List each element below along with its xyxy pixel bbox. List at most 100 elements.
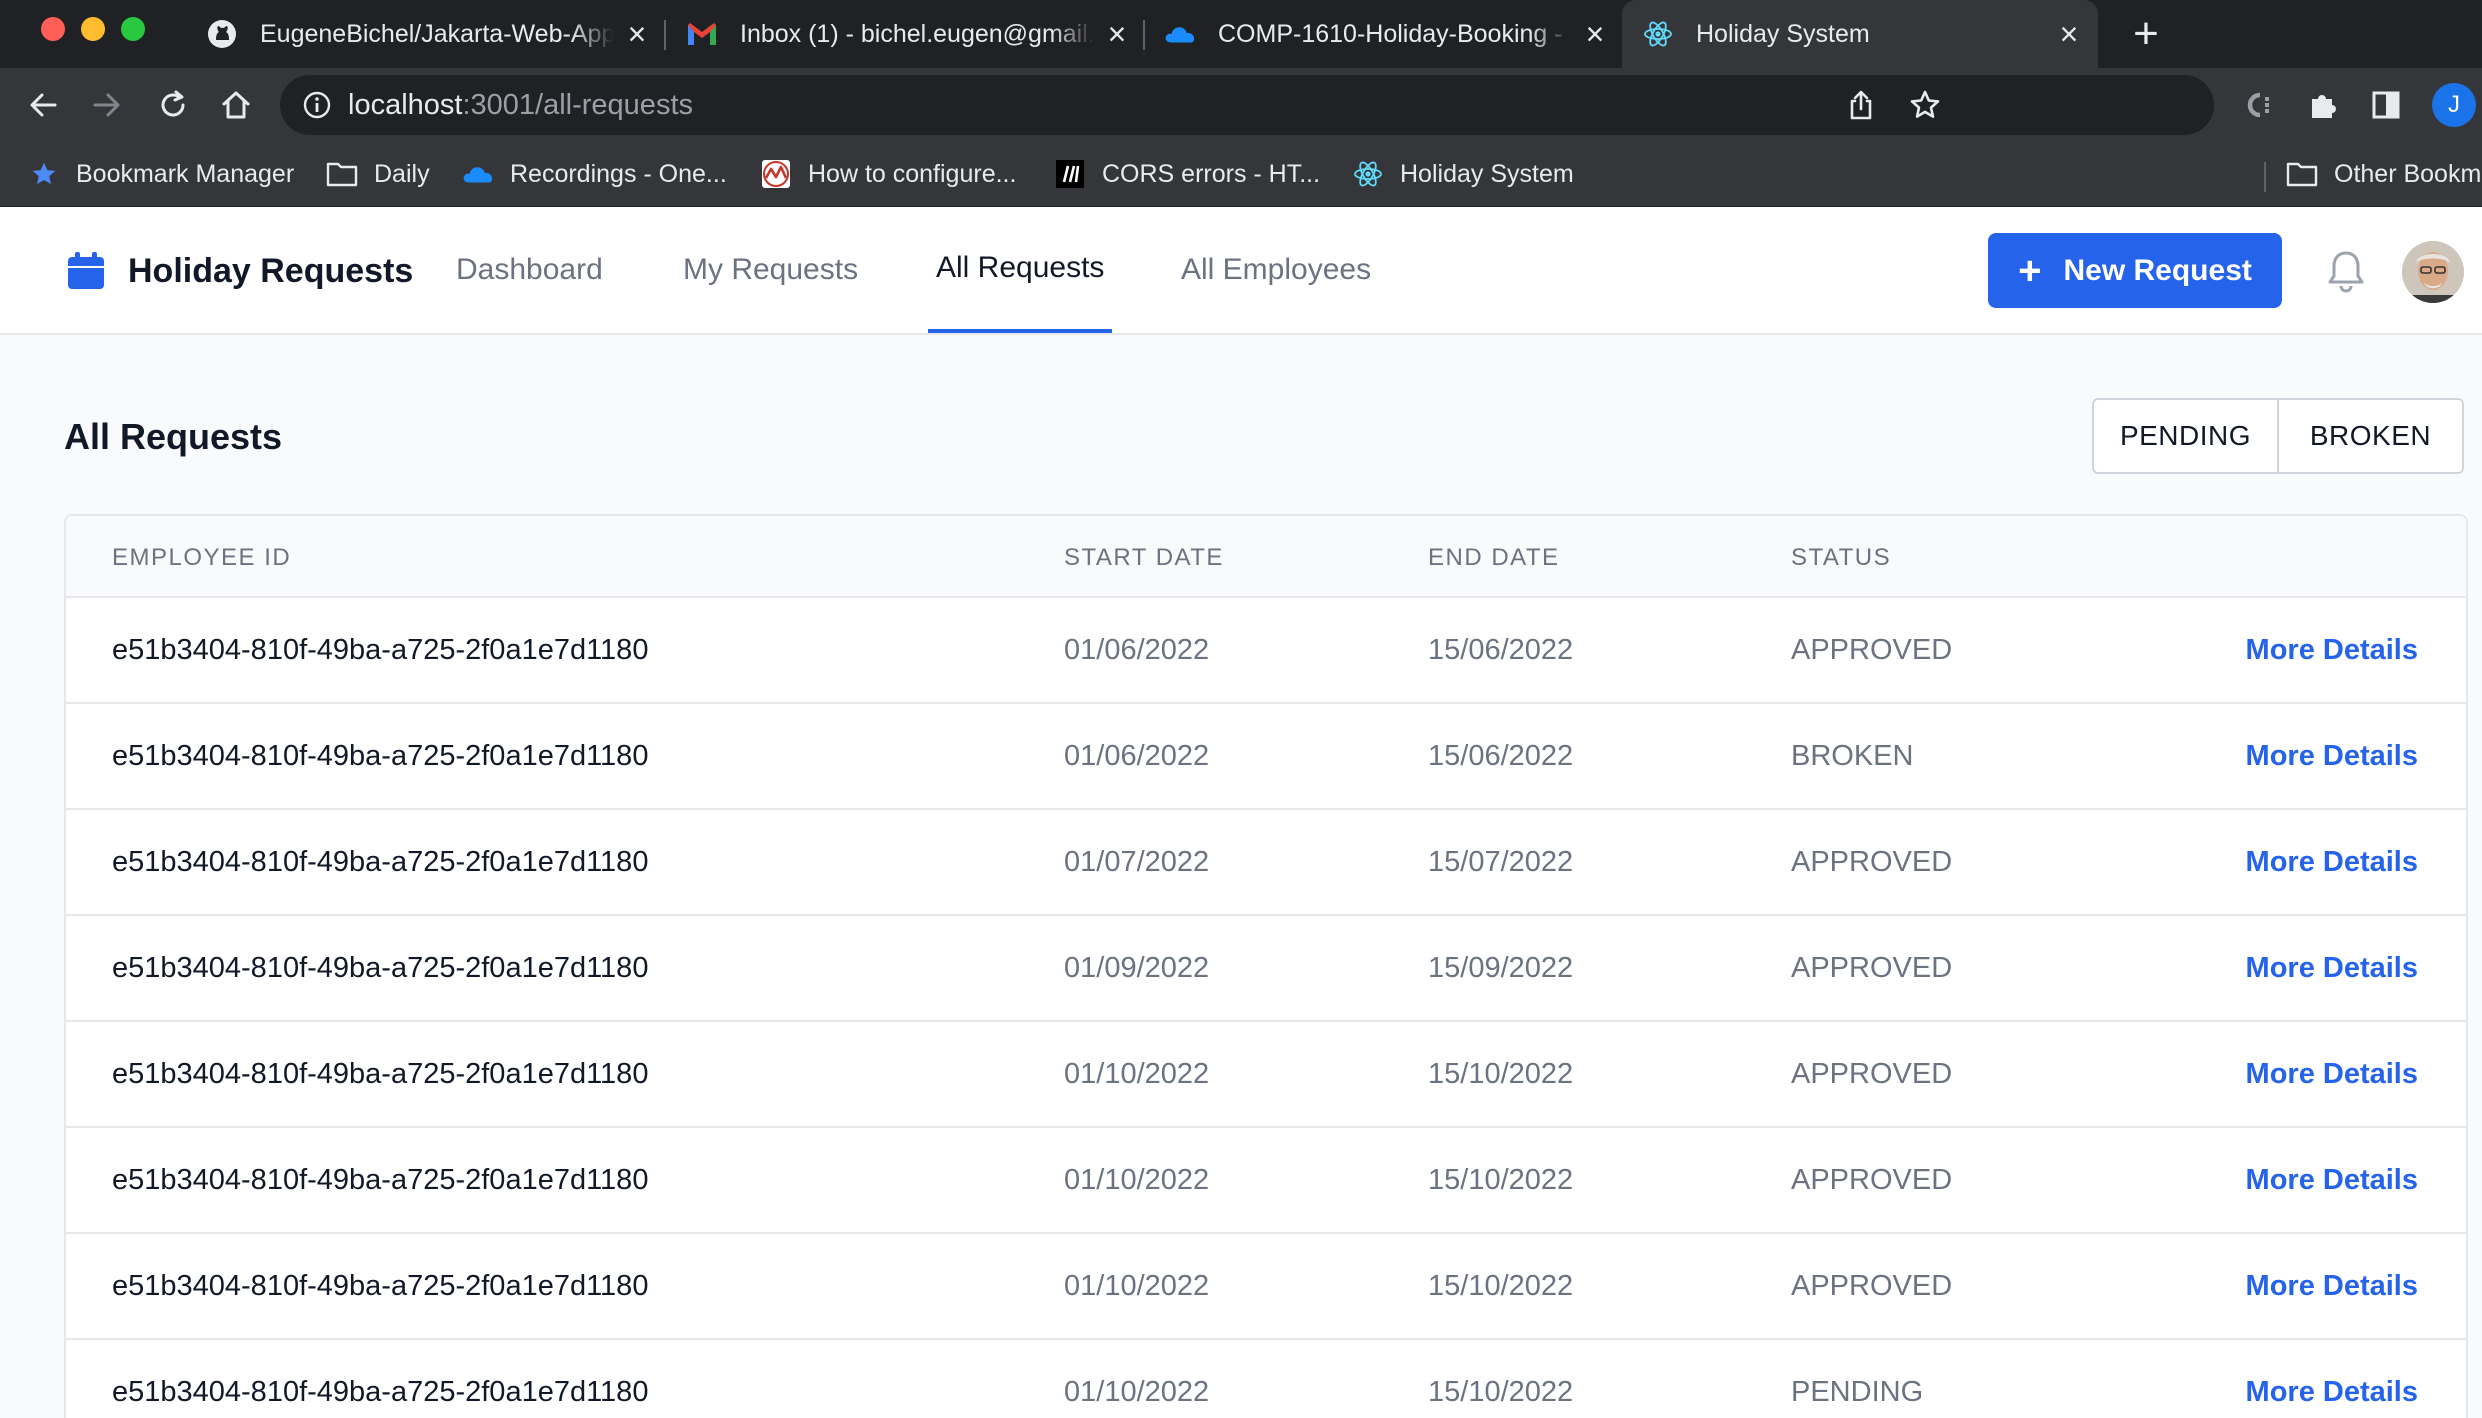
column-header-start-date: START DATE — [1064, 544, 1224, 571]
employee-id-cell: e51b3404-810f-49ba-a725-2f0a1e7d1180 — [112, 1058, 649, 1090]
more-details-link[interactable]: More Details — [2246, 634, 2418, 667]
side-panel-icon[interactable] — [2365, 84, 2407, 126]
bookmark-item[interactable]: Daily — [326, 154, 430, 194]
column-header-status: STATUS — [1791, 544, 1892, 571]
home-icon[interactable] — [215, 84, 257, 126]
tab-strip: EugeneBichel/Jakarta-Web-App × Inbox (1)… — [0, 0, 2482, 68]
browser-tab[interactable]: COMP-1610-Holiday-Booking - OneDrive × — [1164, 0, 1610, 68]
more-details-link[interactable]: More Details — [2246, 1164, 2418, 1197]
bookmark-label: Bookmark Manager — [76, 159, 295, 188]
folder-icon — [2286, 158, 2318, 190]
new-request-label: New Request — [2063, 253, 2252, 287]
notifications-bell-icon[interactable] — [2324, 247, 2368, 295]
site-icon — [760, 158, 792, 190]
share-icon[interactable] — [1840, 84, 1882, 126]
profile-avatar-badge[interactable]: J — [2432, 83, 2476, 127]
browser-tab[interactable]: Inbox (1) - bichel.eugen@gmail.com × — [686, 0, 1132, 68]
reload-icon[interactable] — [152, 84, 194, 126]
other-bookmarks[interactable]: Other Bookmarks — [2286, 154, 2482, 194]
new-request-button[interactable]: + New Request — [1988, 233, 2282, 308]
bookmark-label: Recordings - One... — [510, 159, 727, 188]
extension-c-icon[interactable] — [2240, 84, 2282, 126]
table-row: e51b3404-810f-49ba-a725-2f0a1e7d1180 01/… — [66, 1022, 2466, 1128]
more-details-link[interactable]: More Details — [2246, 1058, 2418, 1091]
folder-icon — [326, 158, 358, 190]
extensions-puzzle-icon[interactable] — [2302, 84, 2344, 126]
bookmarks-divider — [2264, 162, 2266, 192]
more-details-link[interactable]: More Details — [2246, 1376, 2418, 1409]
app-brand[interactable]: Holiday Requests — [66, 251, 413, 291]
new-tab-icon[interactable]: + — [2126, 9, 2166, 58]
nav-my-requests[interactable]: My Requests — [683, 207, 858, 333]
close-tab-icon[interactable]: × — [622, 16, 652, 52]
start-date-cell: 01/10/2022 — [1064, 1376, 1210, 1408]
address-bar[interactable]: localhost:3001/all-requests — [280, 75, 2214, 135]
page-title: All Requests — [64, 416, 283, 457]
onedrive-icon — [1164, 18, 1196, 50]
tab-divider — [1143, 20, 1145, 50]
window-minimize-button[interactable] — [81, 17, 105, 41]
user-avatar[interactable] — [2402, 241, 2464, 303]
other-bookmarks-label: Other Bookmarks — [2334, 159, 2482, 188]
nav-dashboard[interactable]: Dashboard — [456, 207, 603, 333]
nav-all-employees[interactable]: All Employees — [1181, 207, 1371, 333]
url-path: :3001/all-requests — [462, 89, 693, 121]
filter-pending-button[interactable]: PENDING — [2094, 400, 2277, 472]
start-date-cell: 01/07/2022 — [1064, 846, 1210, 878]
start-date-cell: 01/10/2022 — [1064, 1270, 1210, 1302]
employee-id-cell: e51b3404-810f-49ba-a725-2f0a1e7d1180 — [112, 1376, 649, 1408]
browser-tab-active[interactable]: Holiday System × — [1622, 0, 2098, 68]
nav-all-requests[interactable]: All Requests — [928, 207, 1113, 333]
more-details-link[interactable]: More Details — [2246, 1270, 2418, 1303]
bookmark-item[interactable]: Recordings - One... — [462, 154, 727, 194]
tab-title: EugeneBichel/Jakarta-Web-App — [260, 19, 614, 48]
status-cell: PENDING — [1791, 1376, 1924, 1408]
end-date-cell: 15/06/2022 — [1428, 634, 1574, 666]
site-info-icon[interactable] — [302, 90, 332, 120]
github-icon — [206, 18, 238, 50]
close-tab-icon[interactable]: × — [2054, 16, 2084, 52]
bookmark-star-icon[interactable] — [1904, 84, 1946, 126]
bookmark-item[interactable]: Holiday System — [1352, 154, 1574, 194]
end-date-cell: 15/09/2022 — [1428, 952, 1574, 984]
end-date-cell: 15/10/2022 — [1428, 1376, 1574, 1408]
bookmark-item[interactable]: Bookmark Manager — [28, 154, 294, 194]
tab-divider — [664, 20, 666, 50]
window-zoom-button[interactable] — [121, 17, 145, 41]
browser-tab[interactable]: EugeneBichel/Jakarta-Web-App × — [206, 0, 652, 68]
bookmarks-bar: Bookmark Manager Daily Recordings - One.… — [0, 142, 2482, 206]
status-cell: APPROVED — [1791, 846, 1953, 878]
employee-id-cell: e51b3404-810f-49ba-a725-2f0a1e7d1180 — [112, 846, 649, 878]
bookmark-label: Daily — [374, 159, 430, 188]
start-date-cell: 01/09/2022 — [1064, 952, 1210, 984]
employee-id-cell: e51b3404-810f-49ba-a725-2f0a1e7d1180 — [112, 952, 649, 984]
forward-arrow-icon[interactable] — [86, 84, 128, 126]
close-tab-icon[interactable]: × — [1580, 16, 1610, 52]
bookmark-item[interactable]: How to configure... — [760, 154, 1016, 194]
employee-id-cell: e51b3404-810f-49ba-a725-2f0a1e7d1180 — [112, 740, 649, 772]
close-tab-icon[interactable]: × — [1102, 16, 1132, 52]
bookmark-item[interactable]: CORS errors - HT... — [1054, 154, 1320, 194]
bookmark-label: CORS errors - HT... — [1102, 159, 1321, 188]
table-header: EMPLOYEE ID START DATE END DATE STATUS — [66, 516, 2466, 598]
app-name: Holiday Requests — [128, 251, 414, 290]
back-arrow-icon[interactable] — [22, 84, 64, 126]
employee-id-cell: e51b3404-810f-49ba-a725-2f0a1e7d1180 — [112, 1164, 649, 1196]
more-details-link[interactable]: More Details — [2246, 740, 2418, 773]
table-row: e51b3404-810f-49ba-a725-2f0a1e7d1180 01/… — [66, 598, 2466, 704]
status-cell: APPROVED — [1791, 1270, 1953, 1302]
url-text: localhost:3001/all-requests — [348, 89, 693, 122]
bookmark-label: Holiday System — [1400, 159, 1574, 188]
more-details-link[interactable]: More Details — [2246, 952, 2418, 985]
star-icon — [28, 158, 60, 190]
filter-broken-button[interactable]: BROKEN — [2277, 400, 2462, 472]
status-cell: APPROVED — [1791, 634, 1953, 666]
app-header: Holiday Requests Dashboard My Requests A… — [0, 207, 2482, 335]
more-details-link[interactable]: More Details — [2246, 846, 2418, 879]
table-row: e51b3404-810f-49ba-a725-2f0a1e7d1180 01/… — [66, 1234, 2466, 1340]
status-cell: BROKEN — [1791, 740, 1914, 772]
window-close-button[interactable] — [41, 17, 65, 41]
end-date-cell: 15/10/2022 — [1428, 1164, 1574, 1196]
start-date-cell: 01/06/2022 — [1064, 634, 1210, 666]
table-row: e51b3404-810f-49ba-a725-2f0a1e7d1180 01/… — [66, 810, 2466, 916]
